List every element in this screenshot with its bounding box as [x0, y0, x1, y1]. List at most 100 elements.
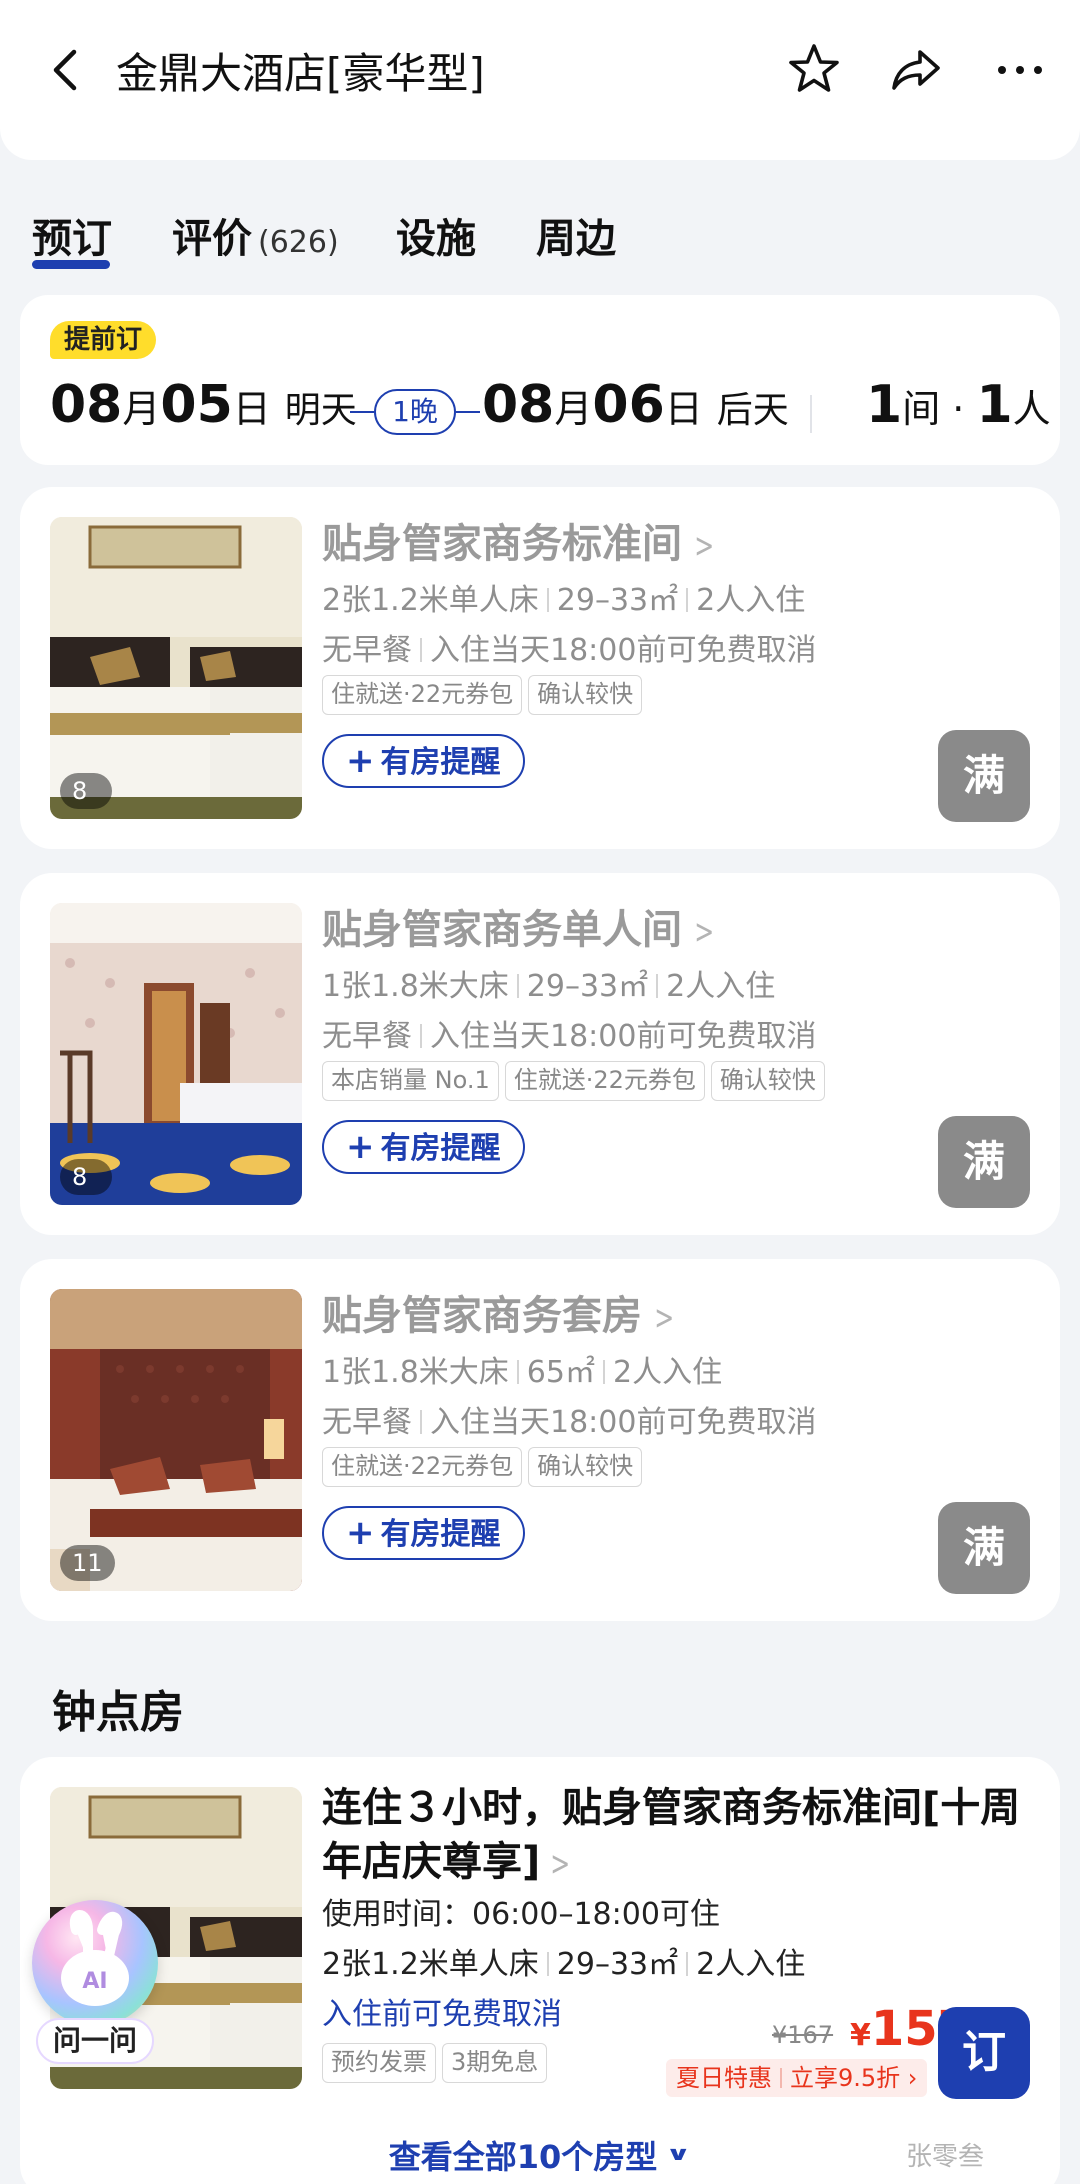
photo-count: 8: [60, 1159, 112, 1195]
tag: 确认较快: [528, 1447, 643, 1487]
room-tags: 住就送·22元券包 确认较快: [322, 675, 648, 715]
rooms-guests-selector[interactable]: 1间 · 1人: [866, 375, 1051, 435]
svg-text:AI: AI: [82, 1969, 107, 1994]
breakfast: 无早餐: [322, 1405, 412, 1440]
chevron-right-icon: >: [694, 912, 715, 952]
book-button[interactable]: 订: [938, 2007, 1030, 2099]
room-specs: 2张1.2米单人床 29–33㎡ 2人入住: [322, 575, 805, 619]
checkin-date[interactable]: 08月05日 明天: [50, 375, 357, 445]
room-area: 29–33㎡: [526, 969, 649, 1004]
tag: 预约发票: [322, 2043, 436, 2083]
room-area: 29–33㎡: [556, 583, 679, 618]
sold-out-button[interactable]: 满: [938, 1502, 1030, 1594]
ai-assistant-button[interactable]: AI 问一问: [32, 1900, 162, 2080]
rooms-unit: 间 ·: [902, 387, 977, 431]
chevron-right-icon: >: [550, 1844, 571, 1884]
nights-count: 1晚: [374, 389, 456, 435]
chevron-right-icon: >: [694, 526, 715, 566]
sold-out-button[interactable]: 满: [938, 730, 1030, 822]
room-card[interactable]: 11 贴身管家商务套房 > 1张1.8米大床 65㎡ 2人入住 无早餐 入住当天18:0…: [20, 1259, 1060, 1621]
promo-discount: 立享9.5折: [790, 2064, 901, 2092]
share-icon[interactable]: [886, 40, 946, 100]
room-photo[interactable]: 8: [50, 517, 302, 819]
room-name[interactable]: 贴身管家商务套房 >: [322, 1283, 679, 1341]
checkin-relative: 明天: [284, 390, 357, 431]
hourly-room-name-text: 连住３小时，贴身管家商务标准间[十周年店庆尊享]: [322, 1785, 1021, 1885]
bed-type: 2张1.2米单人床: [322, 1947, 539, 1982]
date-divider: [810, 395, 812, 433]
checkin-month-unit: 月: [122, 387, 161, 431]
checkout-date[interactable]: 08月06日 后天: [482, 375, 789, 445]
occupancy: 2人入住: [696, 583, 806, 618]
free-cancel-policy: 入住前可免费取消: [322, 1997, 562, 2032]
room-photo[interactable]: 8: [50, 903, 302, 1205]
hotel-title: 金鼎大酒店[豪华型]: [116, 49, 485, 98]
divider: [546, 588, 549, 612]
divider: [420, 638, 422, 662]
view-all-label: 查看全部10个房型: [388, 2138, 658, 2176]
room-policy: 无早餐 入住当天18:00前可免费取消: [322, 1011, 816, 1055]
occupancy: 2人入住: [696, 1947, 806, 1982]
divider: [656, 974, 659, 998]
bed-type: 1张1.8米大床: [322, 1355, 509, 1390]
room-tags: 本店销量 No.1 住就送·22元券包 确认较快: [322, 1061, 831, 1101]
checkout-day: 06: [592, 375, 665, 435]
header-bar: 金鼎大酒店[豪华型]: [0, 0, 1080, 160]
tab-nearby[interactable]: 周边: [536, 206, 616, 264]
tag: 住就送·22元券包: [504, 1061, 705, 1101]
room-specs: 1张1.8米大床 29–33㎡ 2人入住: [322, 961, 775, 1005]
nights-indicator: 1晚: [350, 389, 480, 435]
photo-count: 8: [60, 773, 112, 809]
tag: 本店销量 No.1: [322, 1061, 499, 1101]
original-price: ¥167: [772, 2021, 834, 2049]
divider: [686, 588, 689, 612]
date-selector[interactable]: 提前订 08月05日 明天 1晚 08月06日 后天 1间 · 1人: [20, 295, 1060, 465]
star-icon[interactable]: [784, 40, 844, 100]
hourly-room-card[interactable]: 连住３小时，贴身管家商务标准间[十周年店庆尊享] > 使用时间：06:00–18:…: [20, 1757, 1060, 2184]
hourly-tags: 预约发票 3期免息: [322, 2043, 553, 2083]
room-photo[interactable]: 11: [50, 1289, 302, 1591]
tag: 确认较快: [710, 1061, 825, 1101]
room-card[interactable]: 8 贴身管家商务标准间 > 2张1.2米单人床 29–33㎡ 2人入住 无早餐 入住当天…: [20, 487, 1060, 849]
room-policy: 无早餐 入住当天18:00前可免费取消: [322, 1397, 816, 1441]
hourly-room-name[interactable]: 连住３小时，贴身管家商务标准间[十周年店庆尊享] >: [322, 1781, 1022, 1891]
divider: [516, 1360, 519, 1384]
advance-booking-badge: 提前订: [50, 321, 157, 359]
tab-active-indicator: [32, 260, 110, 269]
tag: 3期免息: [442, 2043, 548, 2083]
room-name[interactable]: 贴身管家商务单人间 >: [322, 897, 719, 955]
tag: 住就送·22元券包: [322, 675, 523, 715]
room-area: 29–33㎡: [556, 1947, 679, 1982]
reminder-label: 有房提醒: [380, 1131, 501, 1166]
divider: [780, 2068, 782, 2088]
tab-reviews-label: 评价: [172, 216, 252, 262]
assistant-bunny-icon: AI: [32, 1900, 158, 2026]
sold-out-button[interactable]: 满: [938, 1116, 1030, 1208]
plus-icon: +: [346, 1127, 375, 1167]
cancel-policy: 入住当天18:00前可免费取消: [430, 1405, 817, 1440]
price-currency: ¥: [850, 2018, 871, 2053]
tab-booking[interactable]: 预订: [32, 206, 112, 264]
bed-type: 2张1.2米单人床: [322, 583, 539, 618]
room-name[interactable]: 贴身管家商务标准间 >: [322, 511, 719, 569]
tab-facilities[interactable]: 设施: [396, 206, 476, 264]
divider: [686, 1952, 689, 1976]
cancel-policy: 入住当天18:00前可免费取消: [430, 1019, 817, 1054]
guests-unit: 人: [1012, 387, 1051, 431]
tab-reviews[interactable]: 评价 (626): [172, 206, 339, 264]
watermark-logo: 张零叁: [906, 2136, 1066, 2176]
room-name-text: 贴身管家商务套房: [322, 1293, 642, 1339]
availability-reminder-button[interactable]: + 有房提醒: [322, 734, 525, 788]
photo-count: 11: [60, 1545, 115, 1581]
nights-line-right: [456, 411, 480, 413]
occupancy: 2人入住: [666, 969, 776, 1004]
availability-reminder-button[interactable]: + 有房提醒: [322, 1506, 525, 1560]
back-arrow-icon[interactable]: [42, 42, 90, 98]
divider: [546, 1952, 549, 1976]
availability-reminder-button[interactable]: + 有房提醒: [322, 1120, 525, 1174]
promo-badge[interactable]: 夏日特惠 立享9.5折 ›: [666, 2059, 928, 2097]
more-icon[interactable]: [990, 40, 1050, 100]
plus-icon: +: [346, 741, 375, 781]
assistant-label: 问一问: [36, 2018, 154, 2064]
room-card[interactable]: 8 贴身管家商务单人间 > 1张1.8米大床 29–33㎡ 2人入住 无早餐 入住当天1…: [20, 873, 1060, 1235]
